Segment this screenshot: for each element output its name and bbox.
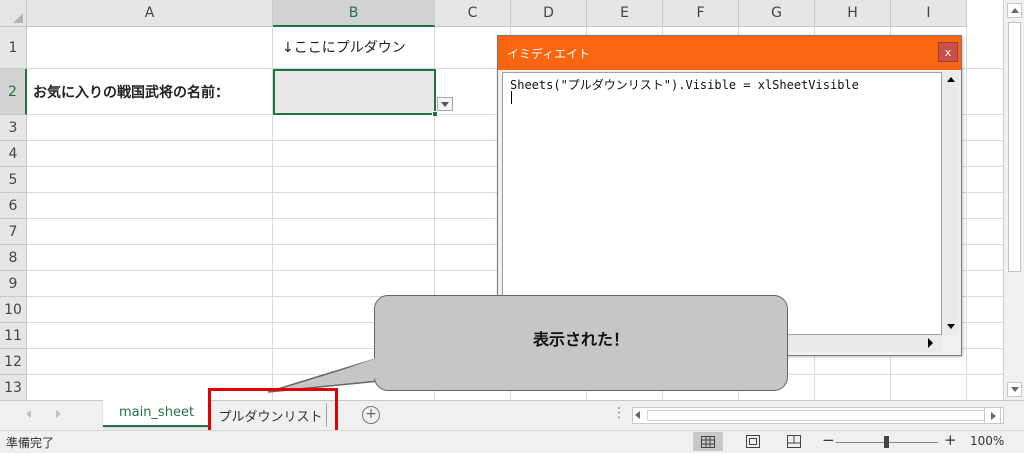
status-bar: 準備完了 − + 100%: [0, 430, 1024, 453]
column-header-c[interactable]: C: [435, 0, 511, 27]
column-gridline: [966, 27, 967, 400]
row-header-11[interactable]: 11: [0, 323, 27, 349]
tab-scroll-right-icon[interactable]: [56, 410, 61, 418]
select-all-triangle-icon: [13, 13, 23, 23]
immediate-vertical-scrollbar[interactable]: [942, 72, 959, 335]
normal-view-button[interactable]: [693, 432, 723, 451]
column-header-d[interactable]: D: [511, 0, 587, 27]
select-all-corner[interactable]: [0, 0, 27, 27]
row-header-2[interactable]: 2: [0, 69, 27, 115]
arrow-left-icon[interactable]: [635, 411, 640, 419]
tab-scroll-left-icon[interactable]: [26, 410, 31, 418]
sheet-tab-bar: main_sheet プルダウンリスト + ⋮: [0, 400, 1024, 430]
page-layout-icon: [746, 435, 760, 448]
page-break-view-button[interactable]: [779, 432, 809, 451]
zoom-in-button[interactable]: +: [944, 431, 957, 449]
cell-b1[interactable]: ↓ここにプルダウン: [282, 37, 406, 57]
grid-icon: [701, 435, 715, 448]
scroll-down-button[interactable]: [1007, 382, 1022, 397]
zoom-slider-thumb[interactable]: [884, 436, 889, 448]
tab-highlight-box: [208, 388, 338, 436]
column-header-e[interactable]: E: [587, 0, 663, 27]
row-header-10[interactable]: 10: [0, 297, 27, 323]
row-header-1[interactable]: 1: [0, 27, 27, 69]
cell-b2-selected[interactable]: [273, 69, 436, 115]
horizontal-scroll-thumb[interactable]: [647, 410, 987, 421]
page-layout-view-button[interactable]: [738, 432, 768, 451]
callout-bubble: 表示された！: [374, 295, 788, 391]
arrow-right-icon[interactable]: [928, 338, 933, 348]
scroll-up-button[interactable]: [1007, 3, 1022, 18]
close-button[interactable]: x: [938, 42, 958, 62]
row-header-9[interactable]: 9: [0, 271, 27, 297]
chevron-down-icon: [441, 101, 449, 107]
row-header-13[interactable]: 13: [0, 375, 27, 400]
sheet-vertical-scrollbar[interactable]: [1003, 0, 1024, 400]
column-header-h[interactable]: H: [815, 0, 891, 27]
immediate-window-title: イミディエイト: [507, 47, 591, 61]
immediate-scroll-down-button[interactable]: [943, 319, 958, 334]
column-header-i[interactable]: I: [891, 0, 967, 27]
arrow-up-icon: [1010, 8, 1019, 13]
sheet-horizontal-scrollbar[interactable]: [632, 407, 1004, 424]
column-header-a[interactable]: A: [27, 0, 273, 27]
dropdown-button[interactable]: [437, 97, 453, 111]
immediate-scroll-up-button[interactable]: [943, 72, 958, 87]
close-icon: x: [944, 45, 952, 59]
tab-splitter-handle[interactable]: ⋮: [612, 405, 626, 421]
row-header-3[interactable]: 3: [0, 115, 27, 141]
callout-text: 表示された！: [532, 330, 629, 349]
row-header-4[interactable]: 4: [0, 141, 27, 167]
column-header-f[interactable]: F: [663, 0, 739, 27]
immediate-window-titlebar[interactable]: イミディエイト x: [498, 36, 961, 70]
arrow-down-icon: [1010, 387, 1019, 392]
arrow-right-icon: [991, 412, 996, 420]
page-break-icon: [787, 435, 801, 448]
status-text: 準備完了: [6, 436, 55, 450]
zoom-level[interactable]: 100%: [970, 434, 1004, 448]
row-header-12[interactable]: 12: [0, 349, 27, 375]
row-header-7[interactable]: 7: [0, 219, 27, 245]
cell-a2[interactable]: お気に入りの戦国武将の名前：: [33, 82, 229, 102]
horizontal-scroll-right-button[interactable]: [984, 407, 1001, 424]
column-header-g[interactable]: G: [739, 0, 815, 27]
scroll-thumb[interactable]: [1008, 22, 1021, 272]
column-header-b[interactable]: B: [273, 0, 435, 27]
row-header-5[interactable]: 5: [0, 167, 27, 193]
immediate-code-line: Sheets("プルダウンリスト").Visible = xlSheetVisi…: [510, 78, 859, 92]
text-caret: [511, 91, 512, 104]
arrow-down-icon: [946, 324, 955, 329]
tab-main-sheet[interactable]: main_sheet: [103, 400, 210, 427]
row-header-6[interactable]: 6: [0, 193, 27, 219]
arrow-up-icon: [946, 77, 955, 82]
row-header-8[interactable]: 8: [0, 245, 27, 271]
fill-handle[interactable]: [432, 111, 438, 117]
add-sheet-button[interactable]: +: [362, 406, 380, 424]
zoom-out-button[interactable]: −: [822, 431, 835, 449]
